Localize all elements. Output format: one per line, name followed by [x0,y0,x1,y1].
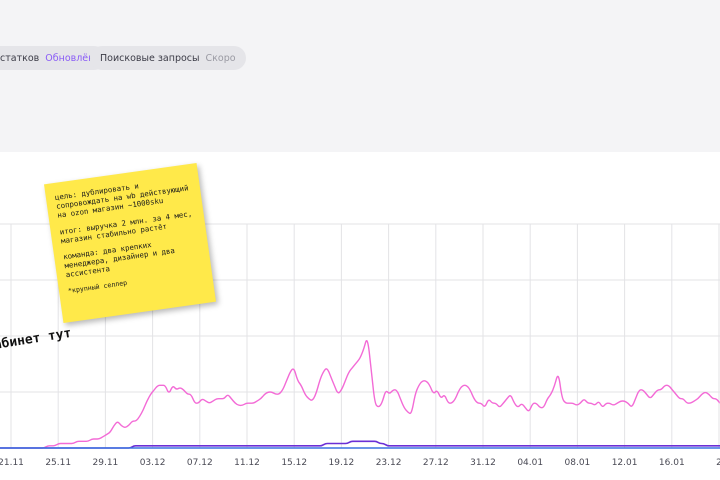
filter-stock-label: статков [0,52,40,64]
x-tick-label: 31.12 [470,458,496,468]
x-tick-label: 23.12 [376,458,402,468]
x-tick-label: 16.01 [659,458,685,468]
x-tick-label: 03.12 [140,458,166,468]
x-tick-label: 19.12 [329,458,355,468]
x-tick-label: 29.11 [93,458,119,468]
series-line-2 [0,440,720,449]
x-tick-label: 15.12 [281,458,307,468]
x-tick-label: 11.12 [234,458,260,468]
x-tick-label: 27.12 [423,458,449,468]
x-tick-label: 12.01 [612,458,638,468]
x-tick-label: 2 [716,458,720,468]
filter-search-label: Поисковые запросы [100,52,200,64]
x-tick-label: 21.11 [0,458,24,468]
series-line-1 [0,340,720,449]
x-tick-label: 08.01 [565,458,591,468]
filter-stock-status: Обновлён [45,52,95,64]
x-tick-label: 07.12 [187,458,213,468]
filter-search-status: Скоро [205,52,236,64]
filter-search-queries[interactable]: Поисковые запросы Скоро [90,46,246,70]
x-tick-label: 25.11 [45,458,71,468]
sticky-note: цель: дублировать и сопровождать на wb д… [44,162,216,324]
filters-panel: статков Обновлён Поисковые запросы Скоро [0,0,720,152]
x-tick-label: 04.01 [517,458,543,468]
